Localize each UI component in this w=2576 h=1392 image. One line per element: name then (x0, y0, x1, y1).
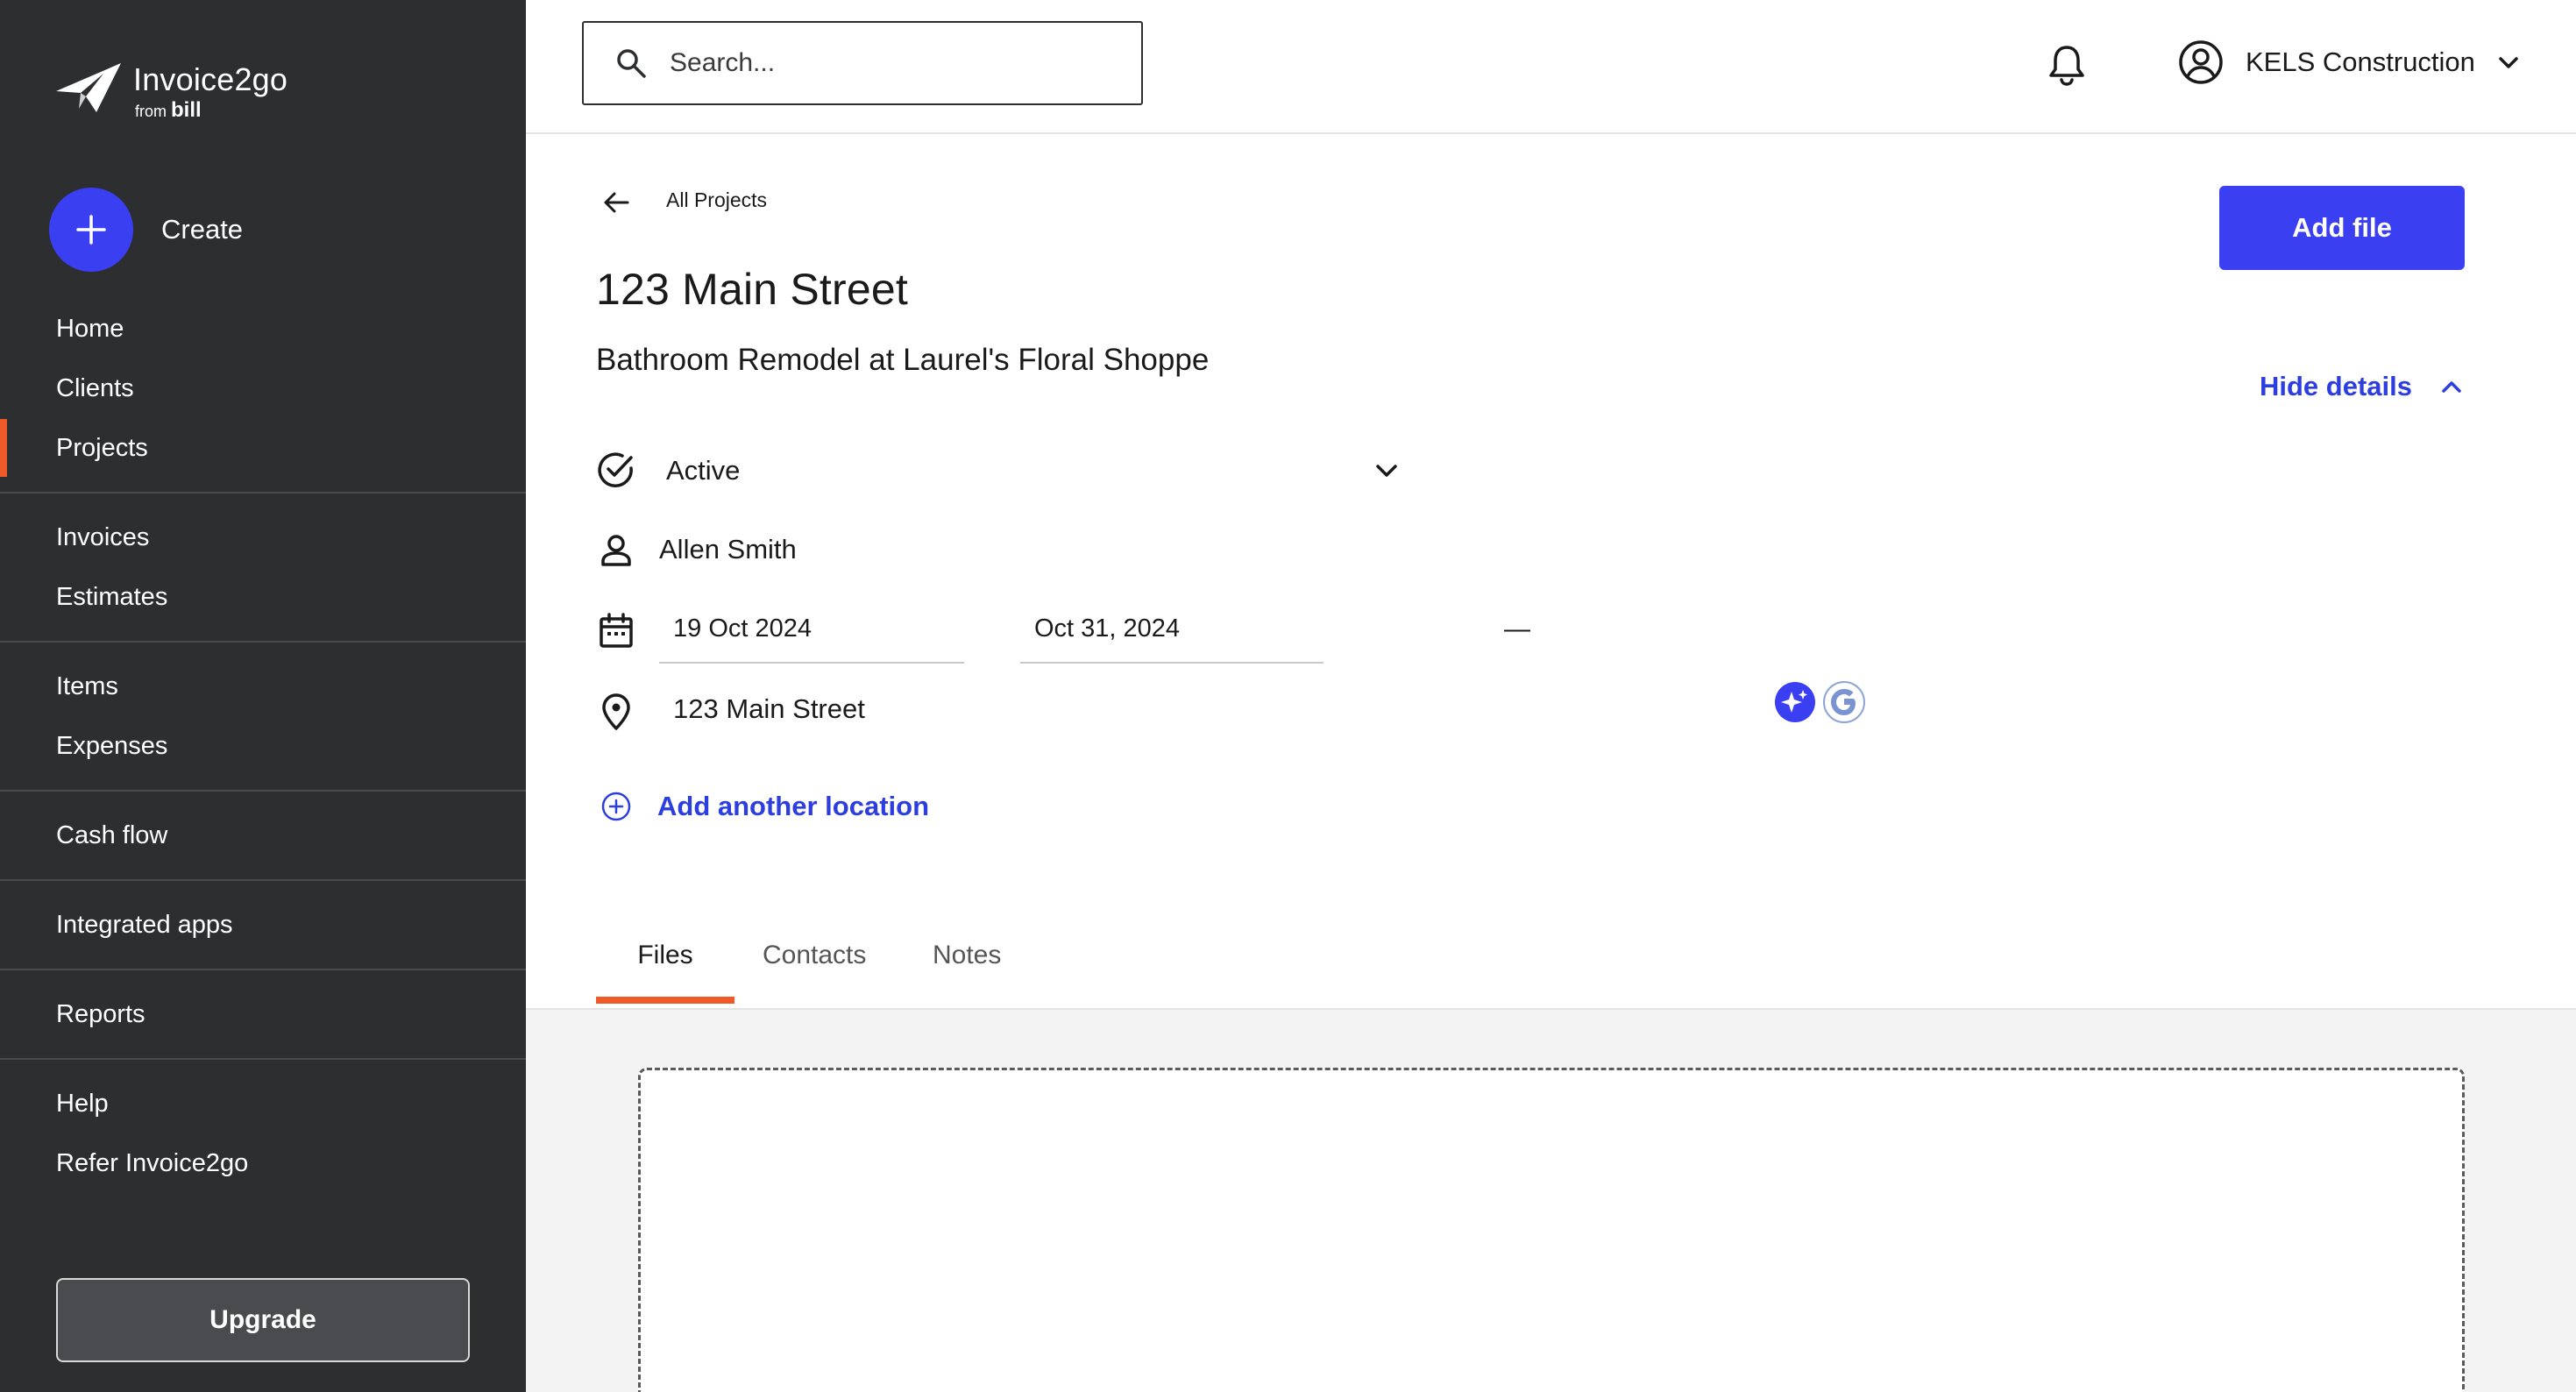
file-dropzone[interactable] (638, 1068, 2465, 1392)
plus-circle-icon (601, 792, 631, 821)
tab-notes[interactable]: Notes (933, 925, 1029, 1004)
start-date-field[interactable]: 19 Oct 2024 (659, 600, 964, 664)
search-icon (617, 49, 646, 78)
chevron-down-icon[interactable] (1373, 457, 1401, 485)
sidebar-divider (0, 641, 526, 643)
create-label: Create (161, 214, 244, 245)
sidebar-item-projects[interactable]: Projects (0, 419, 526, 477)
brand-parent: bill (171, 98, 202, 122)
tab-contacts[interactable]: Contacts (763, 925, 894, 1004)
add-location-button[interactable]: Add another location (600, 790, 929, 823)
sidebar-item-reports[interactable]: Reports (0, 985, 526, 1043)
end-date-field[interactable]: Oct 31, 2024 (1020, 600, 1323, 664)
sidebar-item-estimates[interactable]: Estimates (0, 568, 526, 626)
sidebar-item-expenses[interactable]: Expenses (0, 717, 526, 775)
ai-sparkle-icon[interactable] (1774, 681, 1816, 723)
project-subtitle: Bathroom Remodel at Laurel's Floral Shop… (596, 343, 1210, 377)
account-menu[interactable]: KELS Construction (2177, 39, 2521, 86)
sidebar-item-refer[interactable]: Refer Invoice2go (0, 1134, 526, 1192)
sidebar-divider (0, 492, 526, 494)
account-name: KELS Construction (2246, 46, 2475, 77)
project-owner: Allen Smith (659, 534, 797, 565)
bell-icon[interactable] (2044, 42, 2090, 88)
location-pin-icon (602, 693, 630, 730)
brand-from-text: from (135, 103, 167, 120)
sidebar-divider (0, 879, 526, 881)
brand-logo[interactable]: Invoice2go from bill (54, 60, 287, 123)
add-file-button[interactable]: Add file (2219, 186, 2465, 270)
location-value[interactable]: 123 Main Street (673, 693, 865, 725)
create-button[interactable]: Create (49, 188, 243, 272)
plus-icon (76, 215, 106, 245)
project-tabs: Files Contacts Notes (596, 925, 1029, 1004)
tab-files[interactable]: Files (596, 925, 734, 1004)
sidebar-divider (0, 790, 526, 792)
hide-details-toggle[interactable]: Hide details (2260, 371, 2465, 402)
sidebar-item-clients[interactable]: Clients (0, 359, 526, 417)
add-location-label: Add another location (657, 791, 929, 821)
paper-plane-logo-icon (56, 63, 121, 112)
user-circle-icon (2179, 40, 2223, 84)
files-panel (526, 1008, 2576, 1392)
google-icon[interactable] (1823, 681, 1865, 723)
chevron-up-icon (2442, 381, 2461, 393)
top-bar: KELS Construction (526, 0, 2576, 134)
sidebar-item-integrated-apps[interactable]: Integrated apps (0, 896, 526, 954)
create-circle (49, 188, 133, 272)
date-separator: — (1504, 614, 1530, 643)
sidebar-item-cash-flow[interactable]: Cash flow (0, 806, 526, 864)
search-input[interactable] (670, 48, 1125, 78)
chevron-down-icon (2499, 57, 2518, 68)
sidebar: Invoice2go from bill Create Home Clients… (0, 0, 526, 1392)
brand-name: Invoice2go (133, 61, 288, 97)
person-icon (601, 535, 631, 566)
calendar-icon (600, 613, 633, 648)
upgrade-button[interactable]: Upgrade (56, 1278, 470, 1362)
hide-details-label: Hide details (2260, 371, 2412, 401)
status-select[interactable]: Active (666, 455, 740, 486)
sidebar-item-home[interactable]: Home (0, 300, 526, 358)
search-box[interactable] (582, 21, 1143, 105)
sidebar-divider (0, 1058, 526, 1060)
check-circle-icon (598, 452, 633, 487)
sidebar-item-invoices[interactable]: Invoices (0, 508, 526, 566)
project-detail: All Projects Add file 123 Main Street Ba… (526, 136, 2576, 1392)
brand-from: from bill (135, 98, 287, 123)
sidebar-divider (0, 969, 526, 970)
page-title: 123 Main Street (596, 265, 908, 314)
breadcrumb-all-projects[interactable]: All Projects (666, 188, 767, 212)
arrow-left-icon[interactable] (600, 186, 633, 219)
sidebar-item-help[interactable]: Help (0, 1075, 526, 1133)
sidebar-item-items[interactable]: Items (0, 657, 526, 715)
